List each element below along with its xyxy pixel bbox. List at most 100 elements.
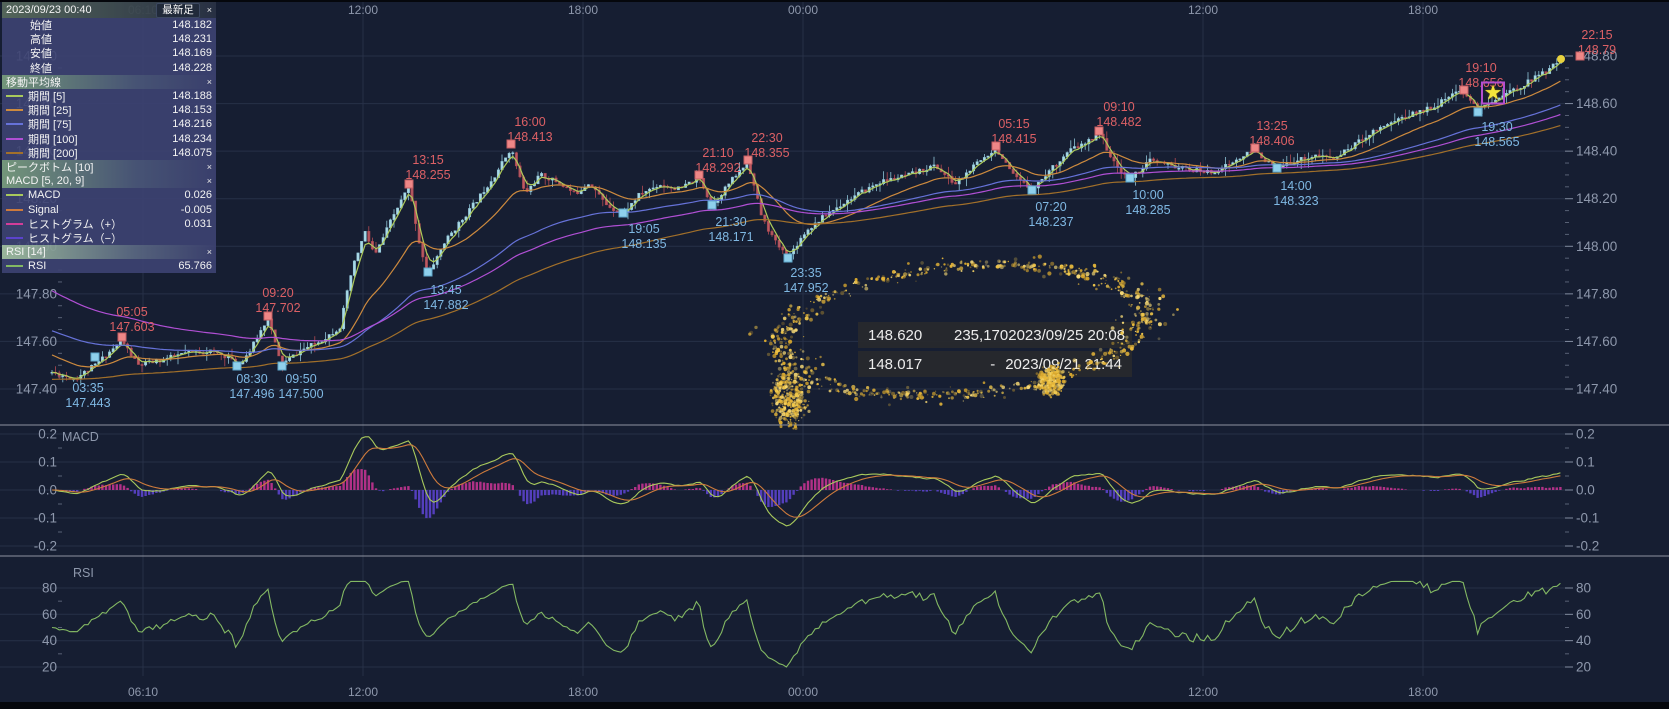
annotation-trough-label: 21:30148.171 [708, 215, 753, 245]
star-marker[interactable]: ★ [1481, 82, 1505, 105]
svg-text:-0.1: -0.1 [34, 511, 57, 526]
series-color-swatch [6, 138, 23, 140]
x-axis-label-top: 00:00 [788, 3, 818, 17]
annotation-trough-label: 08:30147.496 [229, 372, 274, 402]
x-axis-label-top: 18:00 [1408, 3, 1438, 17]
svg-text:0.1: 0.1 [1576, 455, 1595, 470]
svg-text:147.60: 147.60 [16, 334, 57, 349]
x-axis-label-top: 18:00 [568, 3, 598, 17]
annotation-marker[interactable] [405, 180, 414, 189]
annotation-marker[interactable] [744, 156, 753, 165]
ma-100: 期間 [100]148.234 [2, 132, 216, 146]
peak-bottom-header[interactable]: ピークボトム [10]× [2, 160, 216, 174]
svg-text:0.2: 0.2 [1576, 427, 1595, 442]
tooltip-row-low: 148.017 - 2023/09/21 21:44 [858, 351, 1132, 377]
histogram-plus-row: ヒストグラム（+）0.031 [2, 217, 216, 231]
annotation-marker[interactable] [233, 362, 242, 371]
series-color-swatch [6, 223, 23, 225]
annotation-peak-label: 09:10148.482 [1096, 100, 1141, 130]
row-value: -0.005 [181, 204, 212, 216]
macd-panel-title: MACD [62, 430, 99, 444]
svg-text:147.40: 147.40 [1576, 381, 1617, 396]
annotation-marker[interactable] [1474, 108, 1483, 117]
series-color-swatch [6, 152, 23, 154]
ma-5: 期間 [5]148.188 [2, 89, 216, 103]
annotation-marker[interactable] [91, 353, 100, 362]
row-value: 148.231 [172, 33, 212, 45]
series-color-swatch [6, 95, 23, 97]
latest-price-dot [1557, 55, 1565, 63]
rsi-plot [52, 581, 1560, 667]
row-value: 148.188 [172, 90, 212, 102]
row-value: 148.075 [172, 147, 212, 159]
annotation-marker[interactable] [1460, 86, 1469, 95]
svg-text:0.1: 0.1 [38, 455, 57, 470]
annotation-marker[interactable] [992, 142, 1001, 151]
close-icon[interactable]: × [207, 162, 212, 172]
annotation-trough-label: 23:35147.952 [783, 266, 828, 296]
annotation-marker[interactable] [1095, 127, 1104, 136]
x-axis-label-top: 12:00 [348, 3, 378, 17]
svg-text:40: 40 [1576, 633, 1591, 648]
svg-text:148.60: 148.60 [1576, 96, 1617, 111]
row-label: RSI [28, 260, 178, 272]
row-value: 148.153 [172, 104, 212, 116]
annotation-marker[interactable] [424, 268, 433, 277]
svg-text:148.20: 148.20 [1576, 191, 1617, 206]
latest-bar-chip[interactable]: 最新足 [156, 3, 200, 18]
ma-5-line [52, 63, 1560, 379]
tooltip-low-dash: - [954, 356, 1005, 373]
svg-text:60: 60 [1576, 607, 1591, 622]
annotation-trough-label: 19:30148.565 [1474, 120, 1519, 150]
panel-date-header: 2023/09/23 00:40最新足× [2, 2, 216, 18]
annotation-marker[interactable] [708, 201, 717, 210]
svg-text:148.40: 148.40 [1576, 144, 1617, 159]
candlesticks [51, 58, 1562, 384]
row-value: 148.182 [172, 19, 212, 31]
annotation-trough-label: 14:00148.323 [1273, 179, 1318, 209]
row-value: 0.026 [184, 189, 212, 201]
x-axis-label-top: 12:00 [1188, 3, 1218, 17]
ma-75: 期間 [75]148.216 [2, 117, 216, 131]
high-price: 高値148.231 [2, 32, 216, 46]
annotation-marker[interactable] [1126, 174, 1135, 183]
tooltip-low-price: 148.017 [868, 356, 954, 373]
annotation-marker[interactable] [1028, 186, 1037, 195]
svg-text:0.2: 0.2 [38, 427, 57, 442]
svg-text:80: 80 [1576, 581, 1591, 596]
annotation-marker[interactable] [695, 171, 704, 180]
moving-average-header[interactable]: 移動平均線× [2, 75, 216, 89]
annotation-marker[interactable] [278, 362, 287, 371]
svg-text:20: 20 [1576, 660, 1591, 675]
close-icon[interactable]: × [207, 247, 212, 257]
series-color-swatch [6, 237, 23, 239]
close-icon[interactable]: × [207, 5, 212, 15]
annotation-marker[interactable] [1576, 52, 1585, 61]
annotation-marker[interactable] [784, 254, 793, 263]
macd-line-row: MACD0.026 [2, 188, 216, 202]
series-color-swatch [6, 194, 23, 196]
tooltip-high-volume: 235,170 [954, 327, 1008, 344]
annotation-marker[interactable] [1273, 164, 1282, 173]
window-edge-bottom [0, 702, 1669, 709]
tooltip-row-high: 148.620 235,170 2023/09/25 20:08 [858, 322, 1132, 348]
annotation-marker[interactable] [507, 140, 516, 149]
svg-text:-0.2: -0.2 [34, 539, 57, 554]
annotation-marker[interactable] [118, 333, 127, 342]
annotation-marker[interactable] [264, 312, 273, 321]
close-icon[interactable]: × [207, 77, 212, 87]
row-label: ヒストグラム（−） [28, 230, 212, 246]
ma-200: 期間 [200]148.075 [2, 146, 216, 160]
tooltip-high-datetime: 2023/09/25 20:08 [1008, 327, 1125, 344]
rsi-header[interactable]: RSI [14]× [2, 245, 216, 259]
main-chart-svg: 148.80148.80148.60148.60148.40148.40148.… [0, 0, 1669, 709]
annotation-marker[interactable] [1251, 144, 1260, 153]
macd-header[interactable]: MACD [5, 20, 9] × [2, 174, 216, 188]
series-color-swatch [6, 209, 23, 211]
annotation-peak-label: 09:20147.702 [255, 286, 300, 316]
annotation-marker[interactable] [619, 209, 628, 218]
close-icon[interactable]: × [207, 176, 212, 186]
svg-text:148.00: 148.00 [1576, 239, 1617, 254]
section-title: MACD [5, 20, 9] [6, 175, 200, 187]
svg-text:147.40: 147.40 [16, 381, 57, 396]
